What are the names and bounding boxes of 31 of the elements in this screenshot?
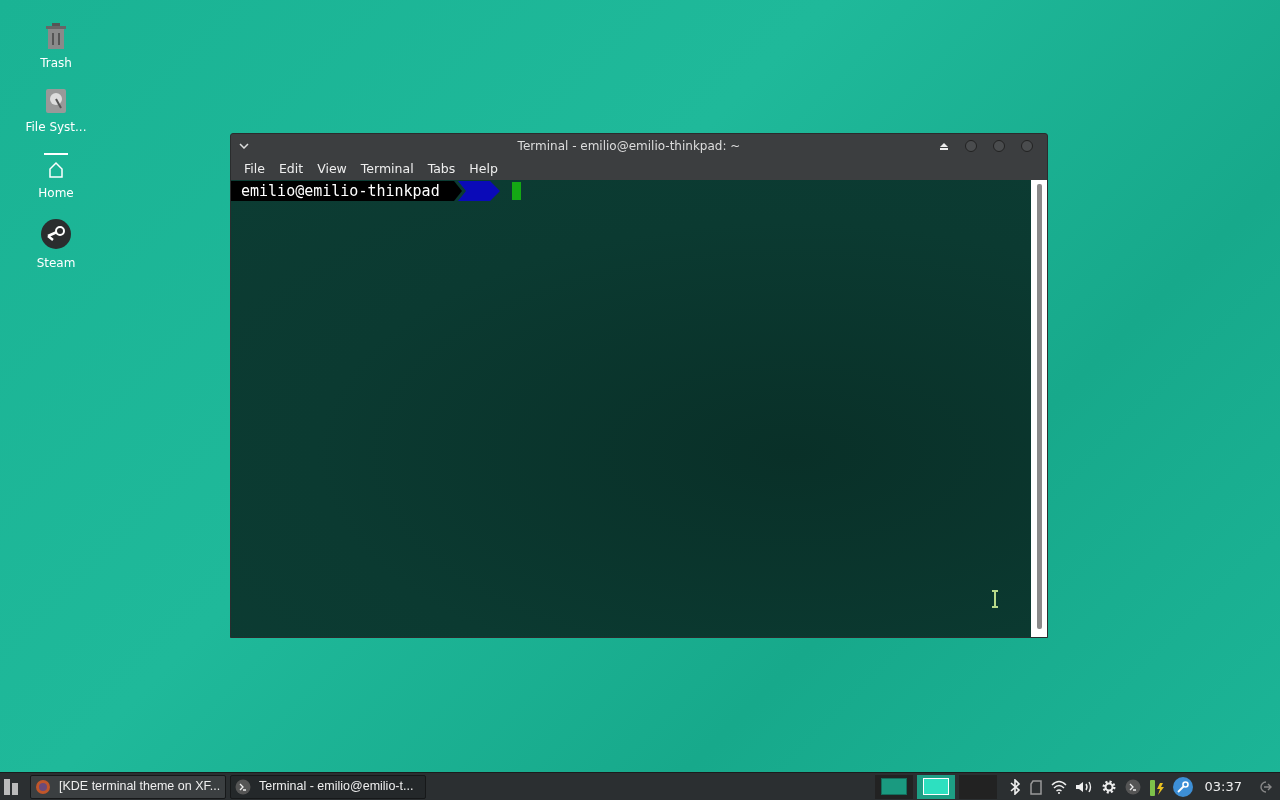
bluetooth-icon[interactable]	[1008, 778, 1021, 795]
menu-item[interactable]: Terminal	[353, 159, 421, 179]
wifi-icon[interactable]	[1050, 779, 1067, 794]
hard-drive-icon[interactable]	[45, 88, 67, 114]
workspace-button[interactable]	[916, 774, 955, 799]
menu-item[interactable]: Tabs	[420, 159, 463, 179]
clock: 03:37	[1204, 777, 1242, 796]
window-title: Terminal - emilio@emilio-thinkpad: ~	[516, 138, 742, 155]
key-icon[interactable]	[1172, 776, 1193, 797]
logout-icon[interactable]	[1258, 779, 1272, 794]
trash-icon[interactable]	[43, 22, 69, 50]
cursor-block	[511, 182, 521, 200]
chevron-icon[interactable]	[239, 143, 249, 149]
taskbar-task[interactable]: [KDE terminal theme on XF...	[30, 774, 226, 799]
terminal-icon	[235, 778, 251, 795]
home-icon[interactable]	[43, 152, 69, 180]
battery-icon[interactable]	[1148, 777, 1165, 796]
eject-icon[interactable]	[939, 142, 949, 150]
terminal-icon[interactable]	[1124, 778, 1141, 795]
taskbar-task[interactable]: Terminal - emilio@emilio-t...	[230, 774, 426, 799]
text-cursor-icon	[991, 590, 999, 608]
settings-icon[interactable]	[1100, 778, 1117, 795]
volume-icon[interactable]	[1074, 779, 1093, 794]
menu-item[interactable]: Edit	[271, 159, 311, 179]
menu-item[interactable]: File	[237, 159, 272, 179]
prompt-arrow-icon	[453, 181, 500, 201]
scrollbar[interactable]	[1031, 180, 1047, 637]
terminal-area[interactable]: emilio@emilio-thinkpad	[231, 180, 1031, 637]
menu-item[interactable]: View	[310, 159, 354, 179]
menu-item[interactable]: Help	[462, 159, 505, 179]
app-menu-icon[interactable]	[4, 778, 18, 795]
